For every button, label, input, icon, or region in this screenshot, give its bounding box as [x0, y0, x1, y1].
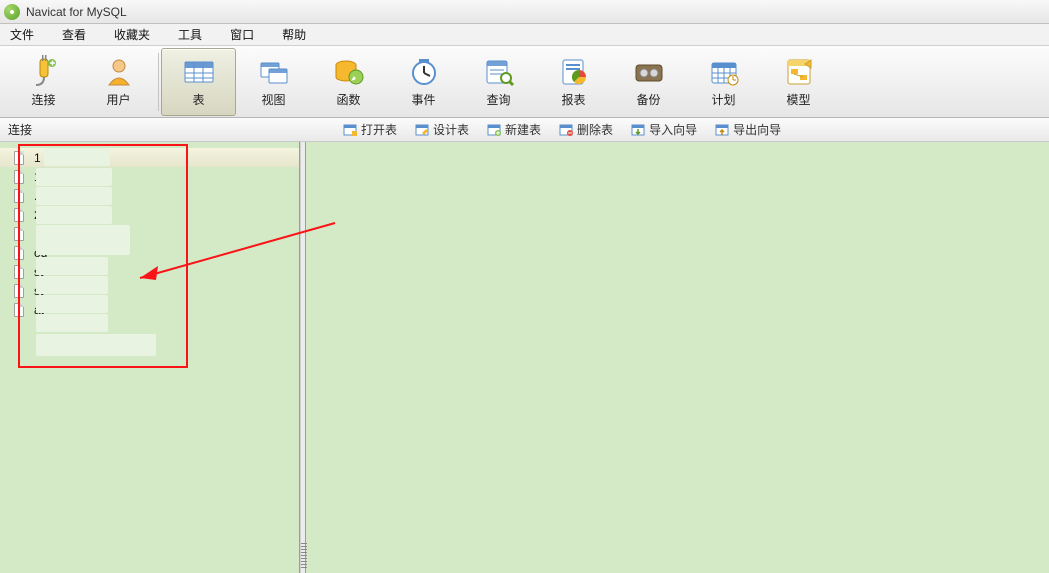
view-icon	[257, 55, 291, 89]
db-icon	[14, 227, 24, 241]
redaction	[36, 257, 108, 275]
toolbar-user-button[interactable]: 用户	[81, 48, 156, 116]
action-delete-table[interactable]: 删除表	[559, 121, 613, 138]
app-title: Navicat for MySQL	[26, 5, 127, 19]
menu-file[interactable]: 文件	[10, 26, 34, 43]
menu-view[interactable]: 查看	[62, 26, 86, 43]
connection-tree[interactable]: 1 5 1_sagc .151 2.54	[0, 142, 300, 573]
toolbar-backup-label: 备份	[636, 91, 660, 108]
redaction	[36, 187, 112, 205]
content-pane	[306, 142, 1049, 573]
redaction	[36, 334, 156, 356]
table-icon	[182, 55, 216, 89]
export-label: 导出向导	[733, 121, 781, 138]
action-open-table[interactable]: 打开表	[343, 121, 397, 138]
toolbar-query-label: 查询	[486, 91, 510, 108]
db-icon	[14, 170, 24, 184]
design-table-label: 设计表	[433, 121, 469, 138]
toolbar-user-label: 用户	[106, 91, 130, 108]
redaction	[36, 295, 108, 313]
action-import-wizard[interactable]: 导入向导	[631, 121, 697, 138]
action-export-wizard[interactable]: 导出向导	[715, 121, 781, 138]
db-icon	[14, 303, 24, 317]
toolbar-backup-button[interactable]: 备份	[611, 48, 686, 116]
menu-favorites[interactable]: 收藏夹	[114, 26, 150, 43]
toolbar-report-label: 报表	[561, 91, 585, 108]
redaction	[36, 225, 130, 255]
redaction	[36, 276, 108, 294]
redaction	[36, 168, 112, 186]
toolbar-connect-button[interactable]: 连接	[6, 48, 81, 116]
app-icon	[4, 4, 20, 20]
toolbar-event-label: 事件	[411, 91, 435, 108]
toolbar-model-button[interactable]: 模型	[761, 48, 836, 116]
menu-window[interactable]: 窗口	[230, 26, 254, 43]
toolbar-connect-label: 连接	[31, 91, 55, 108]
toolbar-report-button[interactable]: 报表	[536, 48, 611, 116]
open-table-label: 打开表	[361, 121, 397, 138]
redaction	[36, 314, 108, 332]
event-icon	[407, 55, 441, 89]
db-icon	[14, 284, 24, 298]
plug-icon	[27, 55, 61, 89]
menu-tools[interactable]: 工具	[178, 26, 202, 43]
import-icon	[631, 123, 645, 137]
title-bar: Navicat for MySQL	[0, 0, 1049, 24]
import-label: 导入向导	[649, 121, 697, 138]
backup-icon	[632, 55, 666, 89]
splitter-handle[interactable]	[300, 142, 306, 573]
main-toolbar: 连接 用户	[0, 46, 1049, 118]
db-icon	[14, 189, 24, 203]
model-icon	[782, 55, 816, 89]
report-icon	[557, 55, 591, 89]
open-table-icon	[343, 123, 357, 137]
splitter-grip-icon	[301, 543, 307, 569]
user-icon	[102, 55, 136, 89]
toolbar-function-label: 函数	[336, 91, 360, 108]
new-table-icon	[487, 123, 501, 137]
toolbar-event-button[interactable]: 事件	[386, 48, 461, 116]
toolbar-function-button[interactable]: 函数	[311, 48, 386, 116]
menu-help[interactable]: 帮助	[282, 26, 306, 43]
delete-table-label: 删除表	[577, 121, 613, 138]
toolbar-schedule-button[interactable]: 计划	[686, 48, 761, 116]
new-table-label: 新建表	[505, 121, 541, 138]
toolbar-table-label: 表	[192, 91, 204, 108]
toolbar-view-label: 视图	[261, 91, 285, 108]
toolbar-query-button[interactable]: 查询	[461, 48, 536, 116]
design-table-icon	[415, 123, 429, 137]
toolbar-schedule-label: 计划	[711, 91, 735, 108]
db-icon	[14, 208, 24, 222]
delete-table-icon	[559, 123, 573, 137]
toolbar-table-button[interactable]: 表	[161, 48, 236, 116]
function-icon	[332, 55, 366, 89]
redaction	[44, 148, 110, 166]
toolbar-model-label: 模型	[786, 91, 810, 108]
connection-label: 连接	[8, 121, 32, 138]
redaction	[36, 206, 112, 224]
tree-item[interactable]: 1 5	[0, 148, 299, 167]
toolbar-view-button[interactable]: 视图	[236, 48, 311, 116]
toolbar-separator	[158, 53, 159, 111]
action-new-table[interactable]: 新建表	[487, 121, 541, 138]
menu-bar: 文件 查看 收藏夹 工具 窗口 帮助	[0, 24, 1049, 46]
action-design-table[interactable]: 设计表	[415, 121, 469, 138]
sub-toolbar: 连接 打开表 设计表 新建表 删除表	[0, 118, 1049, 142]
schedule-icon	[707, 55, 741, 89]
query-icon	[482, 55, 516, 89]
export-icon	[715, 123, 729, 137]
body-panes: 1 5 1_sagc .151 2.54	[0, 142, 1049, 573]
db-icon	[14, 151, 24, 165]
db-icon	[14, 246, 24, 260]
db-icon	[14, 265, 24, 279]
